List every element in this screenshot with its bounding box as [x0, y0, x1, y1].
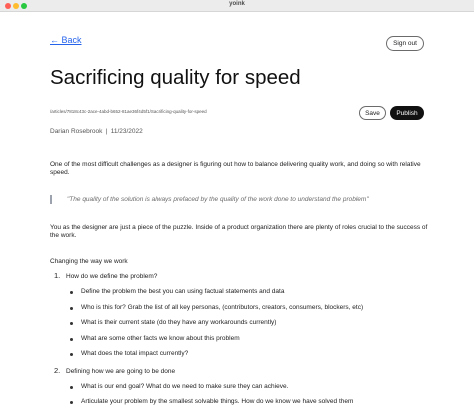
- publish-button[interactable]: Publish: [390, 106, 424, 120]
- publish-date: 11/23/2022: [110, 128, 143, 135]
- byline: Darian Rosebrook | 11/23/2022: [50, 128, 143, 135]
- back-link[interactable]: ← Back: [50, 35, 82, 45]
- section-heading: Changing the way we work: [50, 258, 128, 265]
- list-number: 2.: [54, 366, 61, 375]
- list-subitem: What are some other facts we know about …: [81, 335, 240, 342]
- list-subitem: Articulate your problem by the smallest …: [81, 398, 354, 405]
- list-number: 1.: [54, 271, 61, 280]
- sign-out-button[interactable]: Sign out: [386, 36, 424, 51]
- bullet-icon: [70, 401, 73, 404]
- window-titlebar: yoink: [0, 0, 474, 12]
- bullet-icon: [70, 338, 73, 341]
- bullet-icon: [70, 353, 73, 356]
- bullet-icon: [70, 386, 73, 389]
- blockquote-bar: [50, 195, 52, 204]
- byline-separator: |: [105, 128, 108, 135]
- author-name: Darian Rosebrook: [50, 128, 103, 135]
- bullet-icon: [70, 307, 73, 310]
- list-subitem: What does the total impact currently?: [81, 350, 189, 357]
- article-slug: /articles/7818c43c-2ace-4abd-b652-81ae36…: [50, 109, 207, 114]
- list-item: How do we define the problem?: [66, 273, 158, 280]
- bullet-icon: [70, 291, 73, 294]
- window-title: yoink: [229, 1, 245, 7]
- save-button[interactable]: Save: [359, 106, 386, 120]
- list-subitem: Define the problem the best you can usin…: [81, 288, 285, 295]
- list-subitem: What is their current state (do they hav…: [81, 319, 277, 326]
- list-item: Defining how we are going to be done: [66, 368, 176, 375]
- body-paragraph: You as the designer are just a piece of …: [50, 224, 428, 239]
- list-subitem: What is our end goal? What do we need to…: [81, 383, 289, 390]
- bullet-icon: [70, 322, 73, 325]
- blockquote-text: "The quality of the solution is always p…: [67, 196, 369, 203]
- article-title: Sacrificing quality for speed: [50, 66, 301, 89]
- intro-paragraph: One of the most difficult challenges as …: [50, 161, 421, 176]
- list-subitem: Who is this for? Grab the list of all ke…: [81, 304, 364, 311]
